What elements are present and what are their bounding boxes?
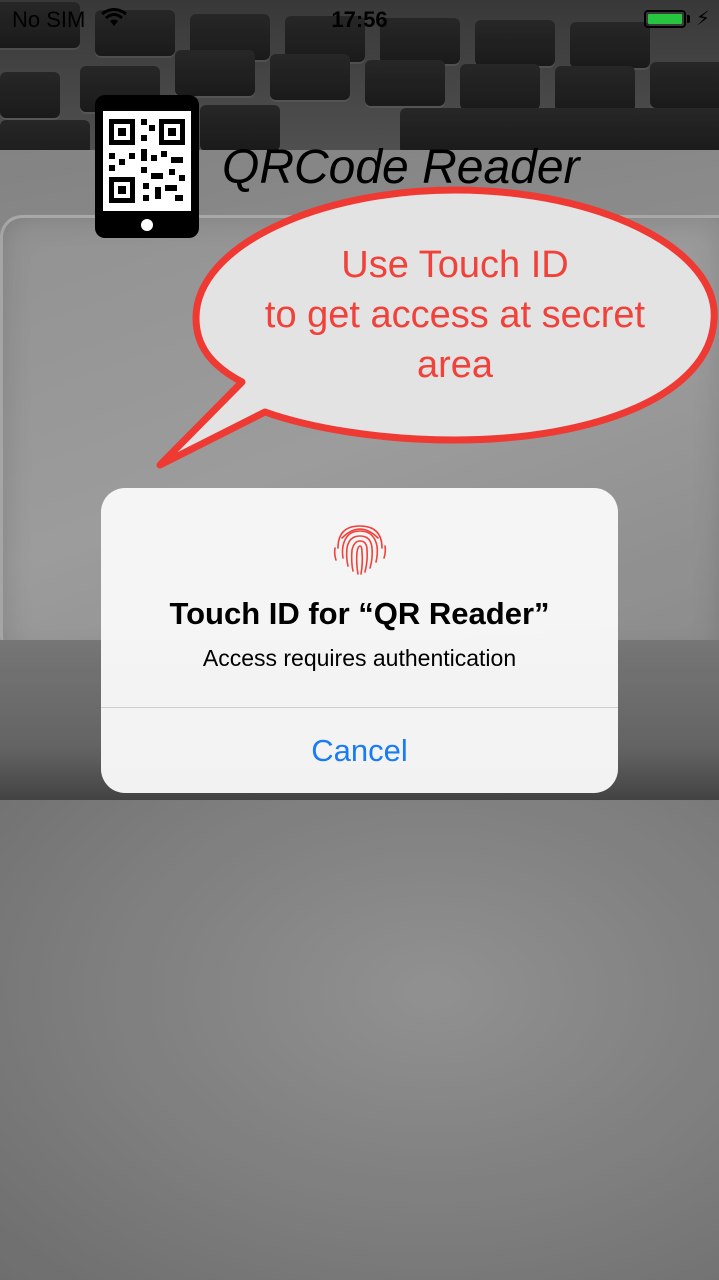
callout-line-2: to get access at secret [264, 294, 646, 336]
callout-line-1: Use Touch ID [341, 244, 569, 286]
alert-title: Touch ID for “QR Reader” [169, 596, 550, 631]
cancel-button[interactable]: Cancel [101, 708, 618, 793]
callout-line-3: area [416, 344, 494, 386]
callout-text: Use Touch ID to get access at secret are… [215, 240, 695, 390]
touch-id-alert: Cancel [101, 488, 618, 793]
fingerprint-icon [333, 525, 387, 575]
alert-message: Access requires authentication [202, 645, 517, 671]
